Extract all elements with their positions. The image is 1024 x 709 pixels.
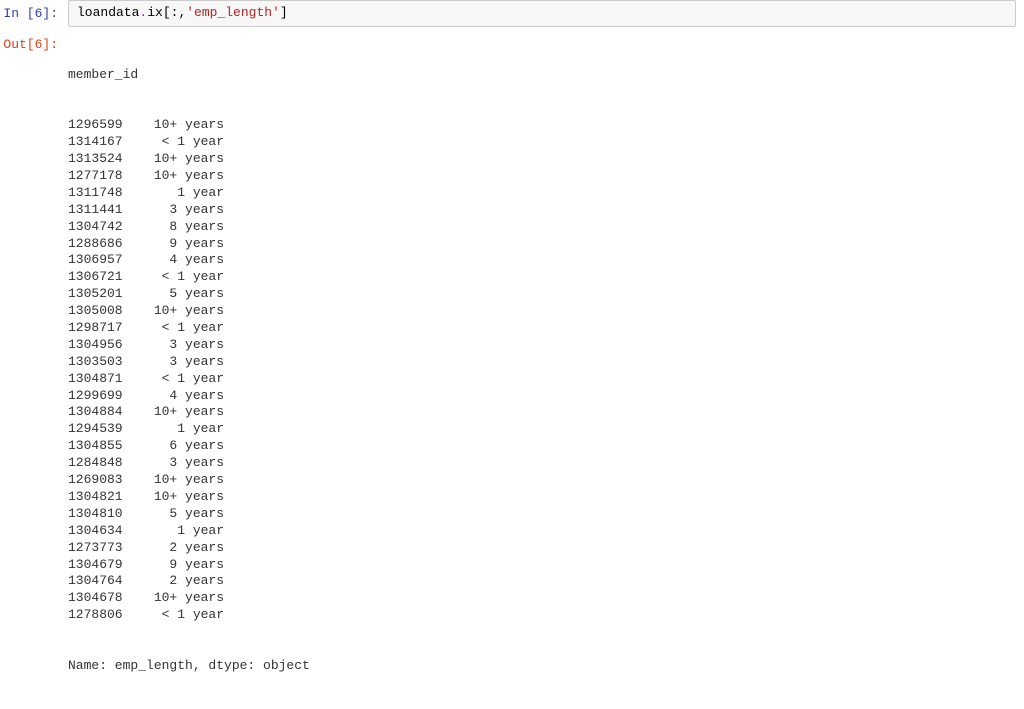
code-method: ix	[147, 5, 163, 20]
output-row: 1304810 5 years	[68, 506, 1024, 523]
input-prompt: In [6]:	[0, 0, 68, 23]
output-row: 1298717 < 1 year	[68, 320, 1024, 337]
output-row: 1314167 < 1 year	[68, 134, 1024, 151]
output-row: 1304884 10+ years	[68, 404, 1024, 421]
output-row: 1278806 < 1 year	[68, 607, 1024, 624]
code-variable: loandata	[77, 5, 139, 20]
output-row: 1306957 4 years	[68, 252, 1024, 269]
output-row: 1304956 3 years	[68, 337, 1024, 354]
output-row: 1313524 10+ years	[68, 151, 1024, 168]
output-row: 1288686 9 years	[68, 236, 1024, 253]
code-string: 'emp_length'	[186, 5, 280, 20]
output-footer: Name: emp_length, dtype: object	[68, 658, 1024, 675]
output-rows-container: 1296599 10+ years1314167 < 1 year1313524…	[68, 117, 1024, 624]
output-row: 1304764 2 years	[68, 573, 1024, 590]
output-row: 1294539 1 year	[68, 421, 1024, 438]
output-row: 1304855 6 years	[68, 438, 1024, 455]
code-open-bracket: [:,	[163, 5, 186, 20]
output-row: 1311441 3 years	[68, 202, 1024, 219]
output-row: 1306721 < 1 year	[68, 269, 1024, 286]
output-prompt: Out[6]:	[0, 31, 68, 54]
input-cell: In [6]: loandata.ix[:,'emp_length']	[0, 0, 1024, 27]
output-row: 1305201 5 years	[68, 286, 1024, 303]
output-row: 1304871 < 1 year	[68, 371, 1024, 388]
code-input-area[interactable]: loandata.ix[:,'emp_length']	[68, 0, 1016, 27]
output-row: 1296599 10+ years	[68, 117, 1024, 134]
output-row: 1311748 1 year	[68, 185, 1024, 202]
output-cell: Out[6]: member_id 1296599 10+ years13141…	[0, 31, 1024, 709]
output-area: member_id 1296599 10+ years1314167 < 1 y…	[68, 31, 1024, 709]
output-row: 1303503 3 years	[68, 354, 1024, 371]
output-row: 1304821 10+ years	[68, 489, 1024, 506]
output-row: 1269083 10+ years	[68, 472, 1024, 489]
output-row: 1299699 4 years	[68, 388, 1024, 405]
output-row: 1304679 9 years	[68, 557, 1024, 574]
output-header: member_id	[68, 67, 1024, 84]
output-row: 1284848 3 years	[68, 455, 1024, 472]
output-row: 1277178 10+ years	[68, 168, 1024, 185]
output-row: 1304742 8 years	[68, 219, 1024, 236]
output-row: 1305008 10+ years	[68, 303, 1024, 320]
code-line: loandata.ix[:,'emp_length']	[77, 5, 1007, 22]
output-row: 1304634 1 year	[68, 523, 1024, 540]
output-row: 1273773 2 years	[68, 540, 1024, 557]
output-row: 1304678 10+ years	[68, 590, 1024, 607]
code-close-bracket: ]	[280, 5, 288, 20]
